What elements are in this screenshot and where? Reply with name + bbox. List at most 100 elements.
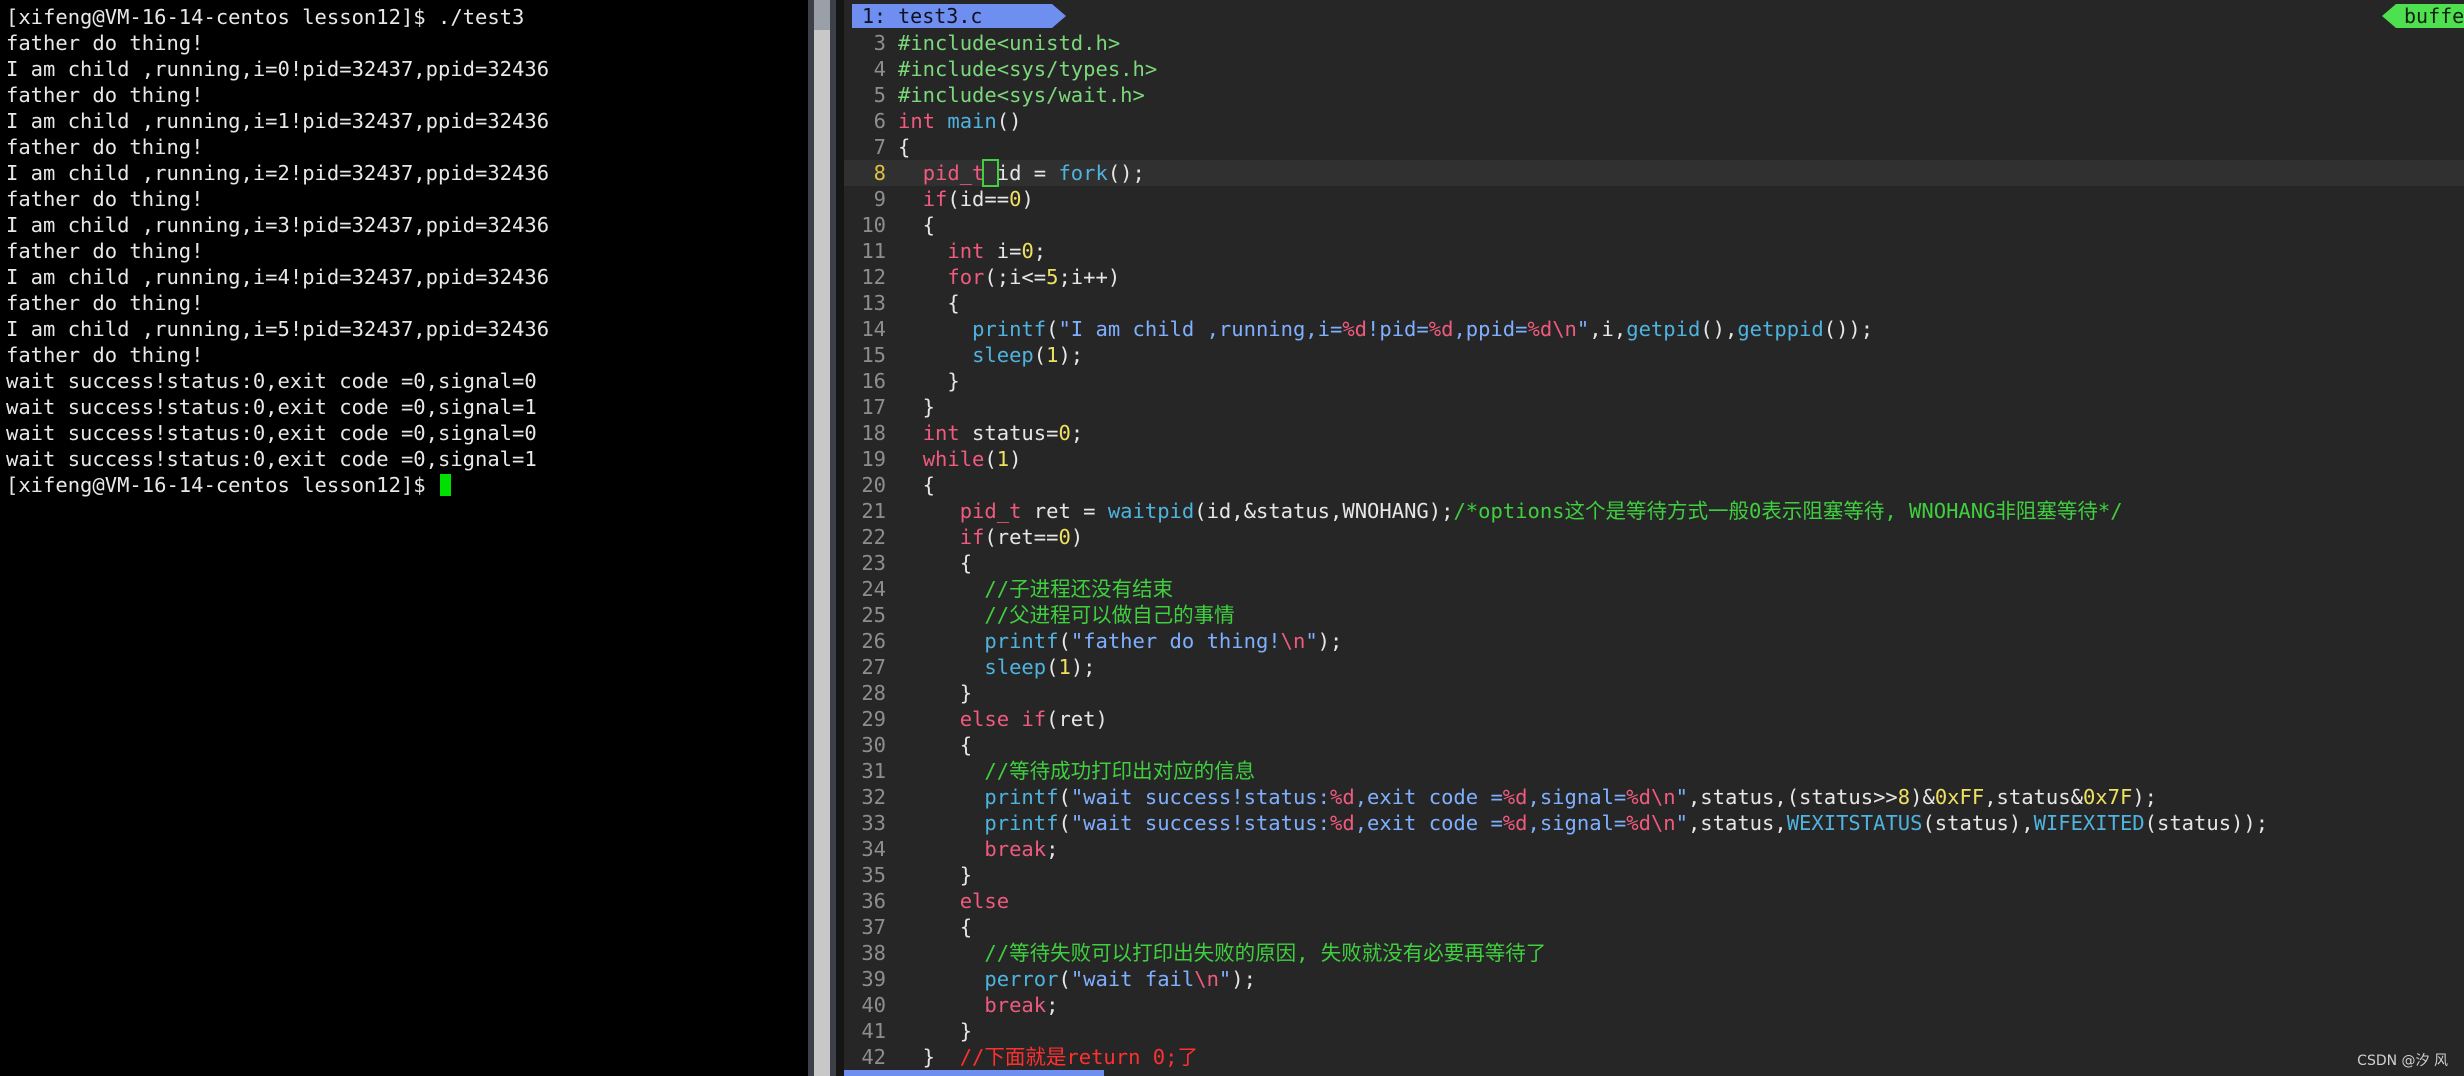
line-source: if(ret==0) (959, 525, 1084, 549)
code-line[interactable]: 35 } (844, 862, 2464, 888)
code-line[interactable]: 42 } //下面就是return 0;了 (844, 1044, 2464, 1070)
code-line[interactable]: 32 printf("wait success!status:%d,exit c… (844, 784, 2464, 810)
line-source: else (959, 889, 1010, 913)
code-line[interactable]: 14 printf("I am child ,running,i=%d!pid=… (844, 316, 2464, 342)
terminal-prompt-line[interactable]: [xifeng@VM-16-14-centos lesson12]$ (6, 472, 808, 498)
line-number: 23 (861, 551, 886, 575)
code-line[interactable]: 13 { (844, 290, 2464, 316)
tab-arrow-icon (1052, 4, 1066, 28)
terminal-prompt: [xifeng@VM-16-14-centos lesson12]$ (6, 473, 438, 497)
line-source: for(;i<=5;i++) (947, 265, 1121, 289)
code-line[interactable]: 18 int status=0; (844, 420, 2464, 446)
line-number: 25 (861, 603, 886, 627)
line-source: //子进程还没有结束 (984, 577, 1174, 601)
line-source: int i=0; (947, 239, 1047, 263)
code-line[interactable]: 36 else (844, 888, 2464, 914)
code-line[interactable]: 5 #include<sys/wait.h> (844, 82, 2464, 108)
line-source: { (898, 473, 936, 497)
code-line[interactable]: 11 int i=0; (844, 238, 2464, 264)
code-line[interactable]: 12 for(;i<=5;i++) (844, 264, 2464, 290)
scrollbar-thumb[interactable] (814, 0, 830, 1076)
code-line[interactable]: 6 int main() (844, 108, 2464, 134)
line-number: 36 (861, 889, 886, 913)
editor-left-edge (836, 0, 844, 1076)
terminal-line: [xifeng@VM-16-14-centos lesson12]$ ./tes… (6, 5, 525, 29)
line-number: 19 (861, 447, 886, 471)
line-number: 26 (861, 629, 886, 653)
code-line[interactable]: 37 { (844, 914, 2464, 940)
terminal-line: wait success!status:0,exit code =0,signa… (6, 395, 537, 419)
code-line[interactable]: 8 pid_t id = fork(); (844, 159, 2464, 187)
terminal-line: I am child ,running,i=5!pid=32437,ppid=3… (6, 317, 550, 341)
code-line[interactable]: 17 } (844, 394, 2464, 420)
terminal-line: wait success!status:0,exit code =0,signa… (6, 369, 537, 393)
line-number: 29 (861, 707, 886, 731)
line-source: sleep(1); (984, 655, 1096, 679)
code-line[interactable]: 25 //父进程可以做自己的事情 (844, 602, 2464, 628)
line-number: 34 (861, 837, 886, 861)
code-line[interactable]: 24 //子进程还没有结束 (844, 576, 2464, 602)
line-source: //等待成功打印出对应的信息 (984, 759, 1256, 783)
terminal-line: father do thing! (6, 187, 204, 211)
code-line[interactable]: 33 printf("wait success!status:%d,exit c… (844, 810, 2464, 836)
line-source: #include<sys/types.h> (898, 57, 1158, 81)
buffers-label[interactable]: buffe (2396, 4, 2464, 28)
line-number: 3 (873, 31, 886, 55)
code-area[interactable]: 3 #include<unistd.h> 4 #include<sys/types.h… (844, 30, 2464, 1070)
code-line[interactable]: 23 { (844, 550, 2464, 576)
code-line[interactable]: 15 sleep(1); (844, 342, 2464, 368)
terminal-pane[interactable]: [xifeng@VM-16-14-centos lesson12]$ ./tes… (0, 0, 808, 1076)
line-source: pid_t id = fork(); (922, 159, 1145, 187)
line-source: { (898, 135, 911, 159)
line-source: else if(ret) (959, 707, 1108, 731)
line-source: #include<sys/wait.h> (898, 83, 1145, 107)
code-line[interactable]: 41 } (844, 1018, 2464, 1044)
line-number: 4 (873, 57, 886, 81)
line-source: printf("father do thing!\n"); (984, 629, 1343, 653)
terminal-line: father do thing! (6, 83, 204, 107)
line-number: 33 (861, 811, 886, 835)
line-source: //父进程可以做自己的事情 (984, 603, 1235, 627)
line-source: } (898, 1019, 973, 1043)
line-number: 24 (861, 577, 886, 601)
terminal-line: father do thing! (6, 291, 204, 315)
pane-splitter[interactable] (808, 0, 836, 1076)
vim-editor-pane[interactable]: 1: test3.c buffe 3 #include<unistd.h> 4 #in… (836, 0, 2464, 1076)
code-line[interactable]: 21 pid_t ret = waitpid(id,&status,WNOHAN… (844, 498, 2464, 524)
terminal-line: I am child ,running,i=3!pid=32437,ppid=3… (6, 213, 550, 237)
code-line[interactable]: 10 { (844, 212, 2464, 238)
line-source: break; (984, 837, 1059, 861)
line-number: 22 (861, 525, 886, 549)
code-line[interactable]: 31 //等待成功打印出对应的信息 (844, 758, 2464, 784)
code-line[interactable]: 7{ (844, 134, 2464, 160)
code-line[interactable]: 27 sleep(1); (844, 654, 2464, 680)
line-number: 40 (861, 993, 886, 1017)
line-source: { (898, 291, 960, 315)
line-number: 41 (861, 1019, 886, 1043)
line-source: printf("wait success!status:%d,exit code… (984, 785, 2157, 809)
code-line[interactable]: 26 printf("father do thing!\n"); (844, 628, 2464, 654)
code-line[interactable]: 4 #include<sys/types.h> (844, 56, 2464, 82)
line-number: 14 (861, 317, 886, 341)
code-line[interactable]: 19 while(1) (844, 446, 2464, 472)
code-line[interactable]: 29 else if(ret) (844, 706, 2464, 732)
code-line[interactable]: 30 { (844, 732, 2464, 758)
code-line[interactable]: 40 break; (844, 992, 2464, 1018)
line-number: 35 (861, 863, 886, 887)
line-number: 37 (861, 915, 886, 939)
line-source: } (898, 681, 973, 705)
code-line[interactable]: 38 //等待失败可以打印出失败的原因, 失败就没有必要再等待了 (844, 940, 2464, 966)
code-line[interactable]: 20 { (844, 472, 2464, 498)
line-number: 12 (861, 265, 886, 289)
code-line[interactable]: 39 perror("wait fail\n"); (844, 966, 2464, 992)
buffer-arrow-icon (2382, 4, 2396, 28)
code-line[interactable]: 16 } (844, 368, 2464, 394)
code-line[interactable]: 34 break; (844, 836, 2464, 862)
line-source: printf("I am child ,running,i=%d!pid=%d,… (972, 317, 1874, 341)
code-line[interactable]: 28 } (844, 680, 2464, 706)
code-line[interactable]: 22 if(ret==0) (844, 524, 2464, 550)
status-mode-segment (844, 1070, 1104, 1076)
code-line[interactable]: 3 #include<unistd.h> (844, 30, 2464, 56)
tab-test3-c[interactable]: 1: test3.c (852, 4, 1052, 28)
code-line[interactable]: 9 if(id==0) (844, 186, 2464, 212)
